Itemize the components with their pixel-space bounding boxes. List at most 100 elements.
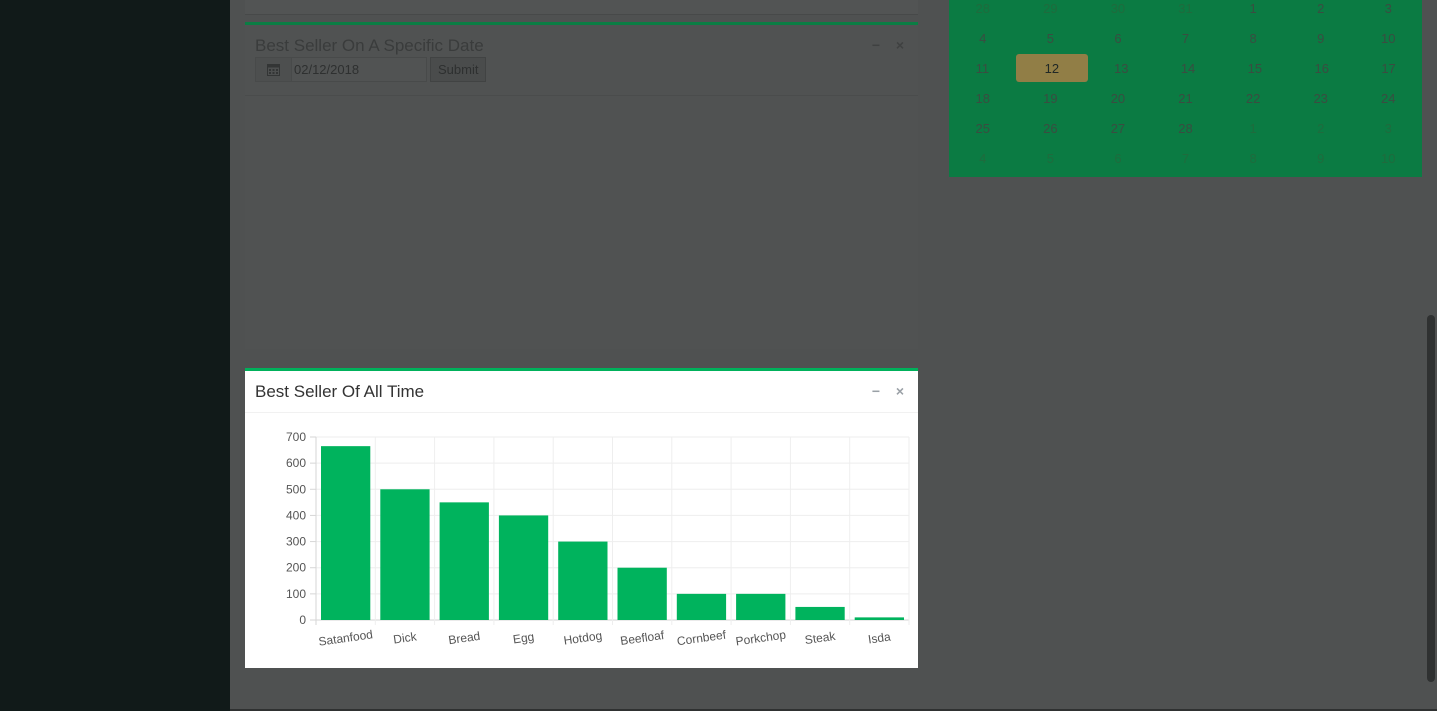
calendar-day[interactable]: 15 (1221, 53, 1288, 83)
calendar-day[interactable]: 19 (1017, 83, 1085, 113)
calendar-day[interactable]: 25 (949, 113, 1017, 143)
bar-beefloaf (617, 567, 667, 620)
calendar-day[interactable]: 9 (1287, 143, 1355, 173)
calendar-week-row: 28 29 30 31 1 2 3 (949, 0, 1422, 23)
calendar-day[interactable]: 9 (1287, 23, 1355, 53)
calendar-day-selected[interactable]: 12 (1015, 53, 1088, 83)
calendar-day[interactable]: 11 (949, 53, 1016, 83)
calendar-day-label: 16 (1314, 60, 1329, 76)
calendar-day-label: 28 (1178, 120, 1193, 136)
calendar-day[interactable]: 6 (1084, 143, 1152, 173)
calendar-day[interactable]: 10 (1354, 23, 1422, 53)
calendar-day[interactable]: 30 (1084, 0, 1152, 23)
calendar-day-label: 14 (1180, 60, 1196, 76)
bar-egg (498, 515, 549, 620)
calendar-icon[interactable] (255, 57, 292, 82)
calendar-day[interactable]: 5 (1017, 143, 1085, 173)
calendar-week-row: 4 5 6 7 8 9 10 (949, 143, 1422, 173)
calendar-day[interactable]: 22 (1219, 83, 1287, 113)
calendar-day[interactable]: 21 (1152, 83, 1220, 113)
calendar-day[interactable]: 2 (1287, 113, 1355, 143)
y-tick-label: 200 (286, 561, 306, 575)
calendar-day[interactable]: 8 (1219, 143, 1287, 173)
calendar-day[interactable]: 1 (1219, 113, 1287, 143)
calendar-day-label: 8 (1249, 30, 1257, 46)
minimize-icon[interactable]: − (870, 37, 882, 53)
calendar-day-label: 4 (979, 30, 987, 46)
calendar-day[interactable]: 7 (1152, 143, 1220, 173)
previous-box-bottom (245, 0, 918, 15)
calendar-day[interactable]: 17 (1355, 53, 1422, 83)
x-tick-label: Hotdog (563, 628, 603, 647)
calendar-day-label: 6 (1114, 150, 1122, 166)
calendar-day-label: 19 (1043, 90, 1058, 106)
calendar-day[interactable]: 28 (949, 0, 1017, 23)
calendar-day[interactable]: 16 (1288, 53, 1355, 83)
calendar-day-label: 6 (1114, 30, 1122, 46)
calendar-day-label: 3 (1384, 120, 1392, 136)
x-tick-label: Dick (392, 629, 418, 646)
calendar-day-label: 9 (1317, 30, 1325, 46)
submit-button[interactable]: Submit (430, 57, 487, 82)
calendar-day[interactable]: 14 (1155, 53, 1222, 83)
calendar-day-label: 1 (1249, 0, 1257, 16)
calendar-day[interactable]: 28 (1152, 113, 1220, 143)
calendar-day-label: 20 (1110, 90, 1126, 106)
calendar-day-label: 24 (1381, 90, 1396, 106)
calendar-day[interactable]: 26 (1017, 113, 1085, 143)
date-input[interactable] (292, 57, 427, 82)
sidebar (0, 0, 230, 711)
x-tick-label: Isda (867, 629, 892, 646)
calendar-day-label: 10 (1381, 30, 1396, 46)
bar-steak (795, 606, 845, 620)
calendar-day[interactable]: 29 (1017, 0, 1085, 23)
y-tick-label: 700 (286, 430, 306, 444)
calendar-day[interactable]: 10 (1354, 143, 1422, 173)
calendar-day[interactable]: 31 (1152, 0, 1220, 23)
calendar-day[interactable]: 2 (1287, 0, 1355, 23)
calendar-day-label: 10 (1381, 150, 1396, 166)
calendar-widget: 28 29 30 31 1 2 3 4 5 6 7 8 9 10 11 12 13 14 15 16 17 18 19 20 2… (949, 0, 1422, 177)
calendar-day[interactable]: 20 (1084, 83, 1152, 113)
calendar-week-row: 11 12 13 14 15 16 17 (949, 53, 1422, 83)
calendar-day-label: 4 (979, 150, 987, 166)
calendar-day[interactable]: 18 (949, 83, 1017, 113)
calendar-day-label: 23 (1313, 90, 1328, 106)
bar-bread (439, 502, 489, 620)
calendar-day-label: 31 (1178, 0, 1193, 16)
calendar-day-label: 9 (1317, 150, 1325, 166)
calendar-day[interactable]: 13 (1088, 53, 1155, 83)
calendar-day-label: 8 (1249, 150, 1257, 166)
calendar-day[interactable]: 7 (1152, 23, 1220, 53)
calendar-day[interactable]: 4 (949, 23, 1017, 53)
calendar-day[interactable]: 23 (1287, 83, 1355, 113)
calendar-day[interactable]: 27 (1084, 113, 1152, 143)
y-tick-label: 100 (286, 587, 306, 601)
calendar-day-label: 7 (1181, 150, 1190, 166)
calendar-day-label: 12 (1015, 54, 1088, 82)
scrollbar[interactable] (1427, 315, 1435, 682)
calendar-day[interactable]: 1 (1219, 0, 1287, 23)
calendar-day-label: 7 (1181, 30, 1190, 46)
calendar-grid: 28 29 30 31 1 2 3 4 5 6 7 8 9 10 11 12 13 14 15 16 17 18 19 20 2… (949, 0, 1422, 173)
y-tick-label: 600 (286, 456, 306, 470)
calendar-week-row: 18 19 20 21 22 23 24 (949, 83, 1422, 113)
calendar-day-label: 2 (1317, 0, 1325, 16)
calendar-day[interactable]: 4 (949, 143, 1017, 173)
bar-satanfood (321, 446, 371, 620)
close-icon[interactable]: × (894, 37, 906, 53)
bar-cornbeef (676, 593, 727, 620)
calendar-day[interactable]: 24 (1354, 83, 1422, 113)
calendar-day[interactable]: 5 (1017, 23, 1085, 53)
calendar-day[interactable]: 6 (1084, 23, 1152, 53)
x-tick-label: Egg (512, 630, 535, 647)
calendar-day-label: 18 (975, 90, 991, 106)
date-picker-row: Submit (255, 57, 487, 82)
x-tick-label: Bread (447, 629, 481, 647)
x-tick-label: Porkchop (735, 627, 787, 648)
calendar-day-label: 15 (1247, 60, 1263, 76)
calendar-day[interactable]: 3 (1354, 113, 1422, 143)
calendar-day[interactable]: 8 (1219, 23, 1287, 53)
calendar-day[interactable]: 3 (1354, 0, 1422, 23)
calendar-day-label: 26 (1043, 120, 1058, 136)
